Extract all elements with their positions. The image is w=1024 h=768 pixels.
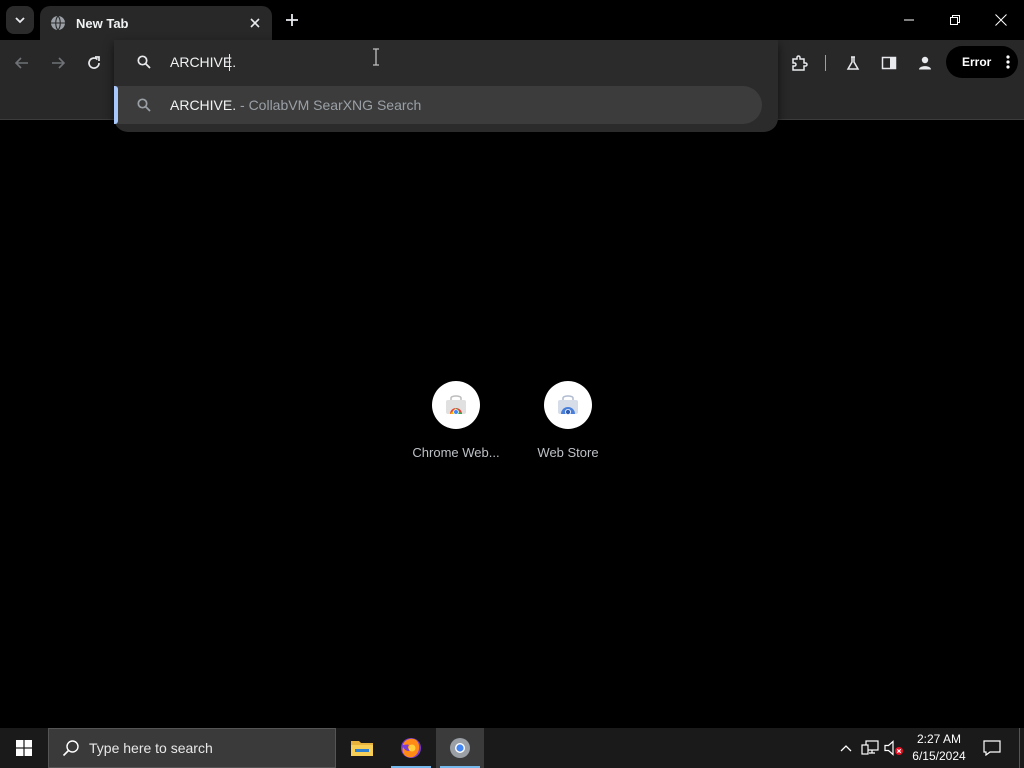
show-desktop-button[interactable] bbox=[1019, 728, 1024, 768]
chrome-web-store-icon bbox=[432, 381, 480, 429]
chrome-icon bbox=[450, 738, 470, 758]
globe-icon bbox=[50, 15, 66, 31]
tab-title: New Tab bbox=[76, 15, 129, 31]
volume-muted-icon bbox=[884, 740, 903, 756]
chevron-up-icon bbox=[840, 745, 852, 752]
restore-icon bbox=[950, 15, 960, 25]
side-panel-button[interactable] bbox=[875, 49, 903, 77]
restore-button[interactable] bbox=[932, 0, 978, 40]
profile-icon bbox=[919, 56, 931, 70]
suggestion-description: - CollabVM SearXNG Search bbox=[236, 97, 422, 113]
minimize-icon bbox=[904, 19, 914, 21]
clock-time: 2:27 AM bbox=[916, 732, 962, 746]
reload-button[interactable] bbox=[80, 49, 108, 77]
forward-button[interactable] bbox=[44, 49, 72, 77]
forward-icon bbox=[52, 57, 66, 69]
labs-button[interactable] bbox=[839, 49, 867, 77]
search-icon bbox=[137, 55, 151, 69]
reload-icon bbox=[88, 56, 100, 69]
search-icon bbox=[137, 98, 151, 112]
text-caret bbox=[229, 54, 230, 71]
taskbar-clock[interactable]: 2:27 AM 6/15/2024 bbox=[906, 731, 972, 765]
windows-logo-icon bbox=[16, 740, 32, 756]
ibeam-cursor-icon bbox=[373, 48, 379, 66]
taskbar-app-firefox[interactable] bbox=[387, 728, 435, 768]
clock-date: 6/15/2024 bbox=[912, 749, 966, 763]
start-button[interactable] bbox=[0, 728, 48, 768]
taskbar-search-placeholder: Type here to search bbox=[89, 740, 213, 756]
new-tab-button[interactable] bbox=[280, 8, 304, 32]
search-icon bbox=[62, 740, 79, 757]
web-store-icon bbox=[544, 381, 592, 429]
back-icon bbox=[14, 57, 28, 69]
close-tab-icon[interactable] bbox=[246, 14, 264, 32]
file-explorer-icon bbox=[351, 741, 373, 756]
suggestion-query: ARCHIVE. bbox=[170, 97, 237, 113]
suggestion-text: ARCHIVE. - CollabVM SearXNG Search bbox=[170, 97, 421, 113]
taskbar-search-box[interactable]: Type here to search bbox=[48, 728, 336, 768]
back-button[interactable] bbox=[8, 49, 36, 77]
network-icon bbox=[861, 740, 879, 755]
suggestion-selected-indicator bbox=[114, 86, 118, 124]
show-hidden-icons-button[interactable] bbox=[836, 738, 856, 758]
profile-error-button[interactable]: Error bbox=[946, 46, 1018, 78]
omnibox-popup: ARCHIVE. - CollabVM SearXNG Search bbox=[114, 40, 778, 132]
shortcut-label: Web Store bbox=[537, 445, 599, 460]
tab-new-tab[interactable]: New Tab bbox=[40, 6, 272, 40]
volume-tray-button[interactable] bbox=[884, 738, 904, 758]
taskbar-app-chrome[interactable] bbox=[436, 728, 484, 768]
omnibox-suggestion[interactable]: ARCHIVE. - CollabVM SearXNG Search bbox=[114, 86, 762, 124]
taskbar-app-file-explorer[interactable] bbox=[338, 728, 386, 768]
extensions-button[interactable] bbox=[785, 49, 813, 77]
omnibox[interactable] bbox=[114, 40, 778, 84]
plus-icon bbox=[286, 14, 298, 26]
labs-icon bbox=[846, 56, 860, 70]
taskbar: Type here to search 2:27 AM 6/15/2024 bbox=[0, 728, 1024, 768]
network-tray-button[interactable] bbox=[860, 738, 880, 758]
action-center-button[interactable] bbox=[980, 736, 1004, 760]
shortcut-tile[interactable]: Chrome Web... bbox=[400, 381, 512, 471]
minimize-button[interactable] bbox=[886, 0, 932, 40]
firefox-icon bbox=[401, 738, 421, 758]
notification-icon bbox=[983, 740, 1001, 756]
profile-button[interactable] bbox=[911, 49, 939, 77]
close-icon bbox=[995, 14, 1007, 26]
error-label: Error bbox=[962, 55, 992, 69]
menu-icon bbox=[1006, 55, 1010, 69]
shortcut-tile[interactable]: Web Store bbox=[512, 381, 624, 471]
toolbar-separator bbox=[825, 55, 826, 71]
tab-search-button[interactable] bbox=[6, 6, 34, 34]
shortcut-label: Chrome Web... bbox=[412, 445, 500, 460]
omnibox-input[interactable] bbox=[170, 52, 730, 72]
chevron-down-icon bbox=[15, 17, 25, 24]
extensions-icon bbox=[792, 55, 808, 71]
side-panel-icon bbox=[881, 56, 897, 70]
close-window-button[interactable] bbox=[978, 0, 1024, 40]
tab-strip: New Tab bbox=[0, 0, 1024, 40]
